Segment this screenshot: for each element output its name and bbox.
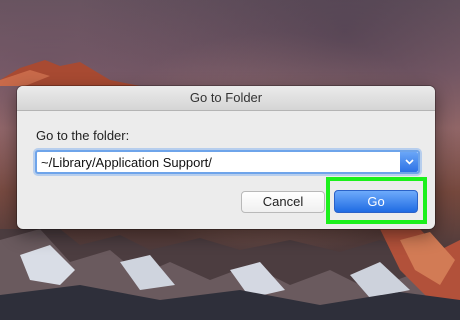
go-button-highlight-box (326, 177, 427, 224)
path-history-dropdown-button[interactable] (400, 152, 418, 172)
dialog-title: Go to Folder (17, 86, 435, 111)
folder-prompt-label: Go to the folder: (36, 128, 130, 143)
cancel-button[interactable]: Cancel (241, 191, 325, 213)
folder-path-combobox[interactable] (35, 150, 420, 174)
chevron-down-icon (404, 159, 414, 165)
folder-path-input[interactable] (41, 153, 396, 171)
